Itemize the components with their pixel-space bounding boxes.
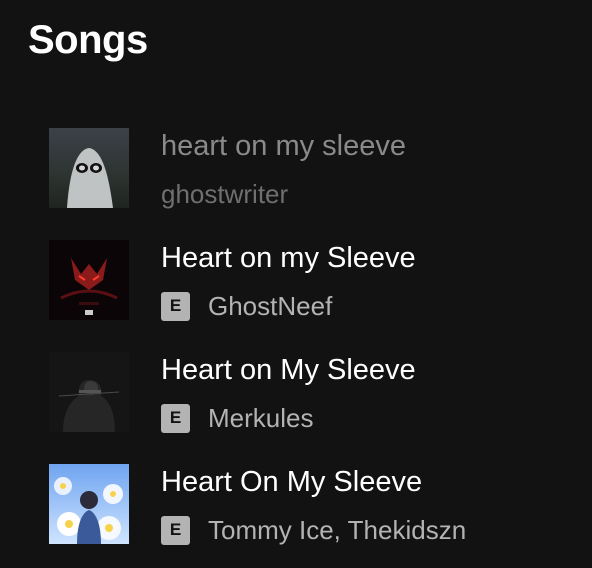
album-cover-image [49, 352, 129, 432]
song-title: Heart On My Sleeve [161, 466, 423, 498]
album-cover-image [49, 128, 129, 208]
song-meta: ghostwriter [161, 176, 288, 212]
explicit-badge: E [161, 515, 190, 545]
song-artist[interactable]: GhostNeef [208, 288, 332, 324]
explicit-badge: E [161, 403, 190, 433]
song-row[interactable]: Heart on My Sleeve E Merkules [0, 344, 592, 456]
song-meta: E Merkules [161, 400, 313, 436]
song-artist[interactable]: Tommy Ice, Thekidszn [208, 512, 466, 548]
explicit-badge: E [161, 291, 190, 321]
song-list: heart on my sleeve ghostwriter Heart on … [0, 0, 592, 557]
song-row[interactable]: Heart on my Sleeve E GhostNeef [0, 232, 592, 344]
song-artist[interactable]: Merkules [208, 400, 313, 436]
song-row[interactable]: Heart On My Sleeve E Tommy Ice, Thekidsz… [0, 456, 592, 568]
song-title: Heart on my Sleeve [161, 242, 416, 274]
song-title: heart on my sleeve [161, 130, 407, 162]
song-row[interactable]: heart on my sleeve ghostwriter [0, 120, 592, 232]
song-artist[interactable]: ghostwriter [161, 176, 288, 212]
song-meta: E Tommy Ice, Thekidszn [161, 512, 466, 548]
album-cover-image [49, 464, 129, 544]
song-meta: E GhostNeef [161, 288, 332, 324]
album-cover-image [49, 240, 129, 320]
song-title: Heart on My Sleeve [161, 354, 416, 386]
